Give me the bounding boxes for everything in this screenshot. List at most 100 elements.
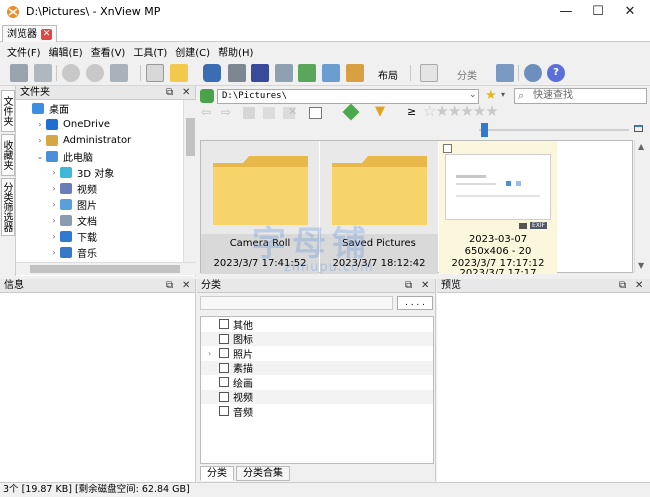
forward-arrow-icon[interactable]: ⇨ [221, 105, 231, 119]
print-icon[interactable] [228, 64, 246, 82]
new-folder-icon[interactable] [263, 107, 275, 119]
category-item[interactable]: › 照片 [201, 346, 433, 361]
zoom-fit-icon[interactable] [634, 125, 643, 132]
thumbnail-view-icon[interactable] [309, 107, 322, 119]
category-options-dropdown[interactable]: . . . . [397, 296, 433, 310]
help-icon[interactable]: ? [547, 64, 565, 82]
menu-create[interactable]: 创建(C) [175, 44, 210, 59]
scroll-thumb[interactable] [186, 118, 195, 156]
expand-arrow-icon[interactable]: › [34, 136, 46, 145]
convert-icon[interactable] [110, 64, 128, 82]
tab-browser[interactable]: 浏览器 ✕ [2, 25, 57, 42]
tree-node[interactable]: › 文档 [16, 212, 182, 228]
select-checkbox[interactable] [443, 144, 452, 153]
category-item[interactable]: 其他 [201, 317, 433, 332]
rating-stars[interactable]: ☆★★★★★ [423, 102, 499, 120]
tree-icon[interactable] [496, 64, 514, 82]
tag-icon[interactable] [342, 103, 360, 121]
menu-help[interactable]: 帮助(H) [218, 44, 253, 59]
filter-icon[interactable]: ▼ [375, 104, 385, 119]
rotate-left-icon[interactable] [62, 64, 80, 82]
view-mode-icon[interactable] [420, 64, 438, 82]
expand-arrow-icon[interactable]: › [48, 248, 60, 257]
tree-node[interactable]: › 图片 [16, 196, 182, 212]
gear-icon[interactable] [524, 64, 542, 82]
panel-close-icon[interactable]: ✕ [421, 279, 429, 292]
panel-close-icon[interactable]: ✕ [635, 279, 643, 292]
panel-dock-icon[interactable]: ⧉ [166, 279, 173, 292]
close-window-button[interactable]: ✕ [614, 0, 646, 24]
category-checkbox[interactable] [219, 319, 229, 330]
tree-node[interactable]: › 音乐 [16, 244, 182, 260]
go-up-icon[interactable] [200, 89, 214, 103]
binoculars-icon[interactable] [203, 64, 221, 82]
tab-close-icon[interactable]: ✕ [41, 28, 52, 40]
screenshot-icon[interactable] [322, 64, 340, 82]
expand-arrow-icon[interactable]: ⌄ [34, 152, 46, 161]
zoom-slider-track[interactable] [479, 129, 629, 131]
tree-node[interactable]: › OneDrive [16, 116, 182, 132]
rating-condition[interactable]: ≥ [407, 105, 416, 118]
wallpaper-icon[interactable] [346, 64, 364, 82]
tree-node[interactable]: 桌面 [16, 100, 182, 116]
rotate-right-icon[interactable] [86, 64, 104, 82]
category-checkbox[interactable] [219, 348, 229, 359]
category-item[interactable]: 视频 [201, 389, 433, 404]
zoom-slider-thumb[interactable] [481, 123, 488, 137]
tab-category[interactable]: 分类 [200, 466, 234, 481]
category-checkbox[interactable] [219, 333, 229, 344]
thumbnail-image-file[interactable]: EXIF 2023-03-07 171712.jpg 650x406 - 20 … [439, 141, 557, 274]
category-filter-input[interactable] [200, 296, 393, 310]
vtab-category-filter[interactable]: 分类筛选器 [1, 178, 15, 236]
tree-vertical-scrollbar[interactable] [183, 100, 196, 262]
expand-arrow-icon[interactable]: › [48, 216, 60, 225]
back-arrow-icon[interactable]: ⇦ [201, 105, 211, 119]
refresh-icon[interactable] [243, 107, 255, 119]
compare-icon[interactable] [275, 64, 293, 82]
category-checkbox[interactable] [219, 362, 229, 373]
tree-node[interactable]: › Administrator [16, 132, 182, 148]
expand-arrow-icon[interactable]: › [48, 168, 60, 177]
delete-icon[interactable]: ✕ [288, 105, 297, 118]
batch-convert-icon[interactable] [298, 64, 316, 82]
scroll-up-icon[interactable]: ▲ [638, 142, 644, 151]
tree-horizontal-scrollbar[interactable] [16, 262, 196, 275]
category-item[interactable]: 音频 [201, 404, 433, 419]
tree-node[interactable]: › 下载 [16, 228, 182, 244]
tab-category-sets[interactable]: 分类合集 [236, 466, 290, 481]
minimize-button[interactable]: — [550, 0, 582, 24]
menu-file[interactable]: 文件(F) [7, 44, 41, 59]
expand-arrow-icon[interactable]: › [34, 120, 46, 129]
menu-edit[interactable]: 编辑(E) [49, 44, 83, 59]
tree-node[interactable]: › 视频 [16, 180, 182, 196]
vtab-folders[interactable]: 文件夹 [1, 90, 15, 132]
tree-node[interactable]: ⌄ 此电脑 [16, 148, 182, 164]
scroll-down-icon[interactable]: ▼ [638, 261, 644, 270]
panel-close-icon[interactable]: ✕ [182, 279, 190, 292]
quick-search-input[interactable]: 快速查找 [514, 88, 647, 104]
menu-tools[interactable]: 工具(T) [133, 44, 167, 59]
category-menu[interactable]: 分类 [457, 67, 477, 82]
favorite-star-icon[interactable]: ★ [485, 88, 497, 103]
open-folder-icon[interactable] [170, 64, 188, 82]
vtab-favorites[interactable]: 收藏夹 [1, 134, 15, 176]
expand-arrow-icon[interactable]: › [48, 200, 60, 209]
acquire-icon[interactable] [10, 64, 28, 82]
panel-close-icon[interactable]: ✕ [182, 86, 190, 99]
panel-dock-icon[interactable]: ⧉ [166, 86, 173, 99]
category-checkbox[interactable] [219, 391, 229, 402]
expand-arrow-icon[interactable]: › [208, 349, 219, 358]
panel-dock-icon[interactable]: ⧉ [405, 279, 412, 292]
scroll-thumb[interactable] [30, 265, 180, 273]
panel-dock-icon[interactable]: ⧉ [619, 279, 626, 292]
maximize-button[interactable]: ☐ [582, 0, 614, 24]
favorites-dropdown-icon[interactable]: ▾ [501, 90, 505, 99]
tree-node[interactable]: › 3D 对象 [16, 164, 182, 180]
expand-arrow-icon[interactable]: › [48, 184, 60, 193]
category-item[interactable]: 图标 [201, 331, 433, 346]
expand-arrow-icon[interactable]: › [48, 232, 60, 241]
layout-menu[interactable]: 布局 [378, 67, 398, 82]
thumbnail-vertical-scrollbar[interactable]: ▲ ▼ [634, 140, 648, 273]
category-item[interactable]: 素描 [201, 360, 433, 375]
slideshow-icon[interactable] [251, 64, 269, 82]
